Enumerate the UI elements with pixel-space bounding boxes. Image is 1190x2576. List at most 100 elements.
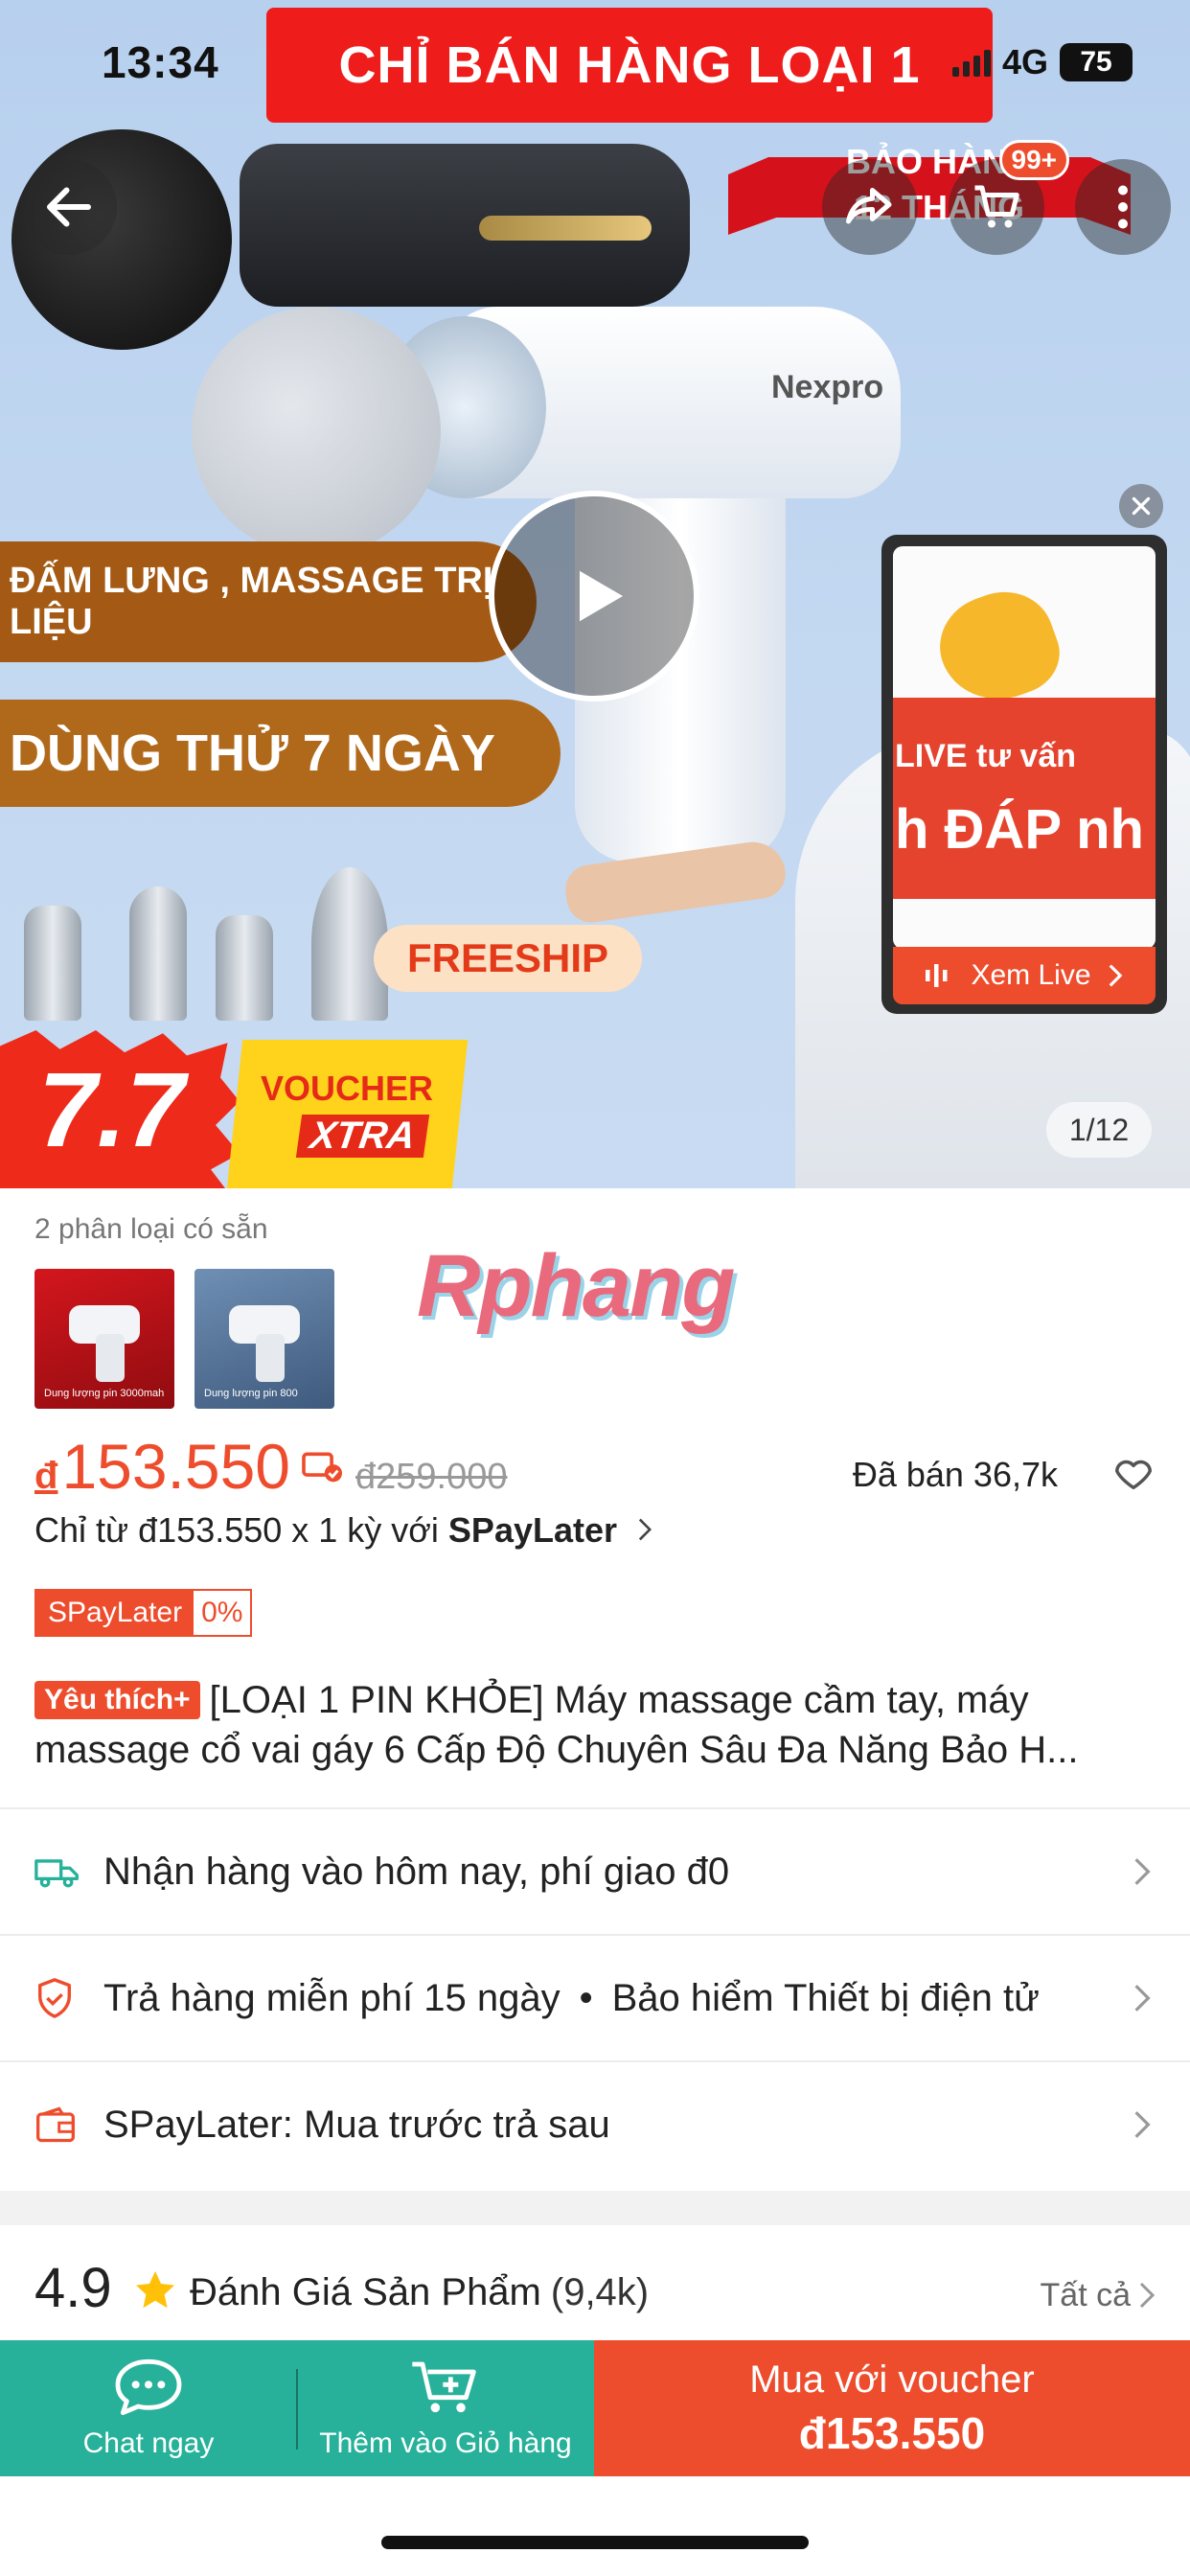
chevron-right-icon bbox=[1109, 964, 1122, 987]
rating-count: (9,4k) bbox=[550, 2271, 650, 2313]
promo-pill-trial: DÙNG THỬ 7 NGÀY bbox=[0, 700, 561, 807]
white-massage-gun-head bbox=[192, 307, 441, 556]
spaylater-badge-rate: 0% bbox=[194, 1591, 251, 1635]
insurance-text: Bảo hiểm Thiết bị điện tử bbox=[611, 1976, 1040, 2019]
price-row: đ 153.550 đ259.000 bbox=[34, 1430, 508, 1503]
audio-wave-icon bbox=[926, 964, 948, 987]
chat-now-label: Chat ngay bbox=[82, 2427, 215, 2459]
add-to-cart-label: Thêm vào Giỏ hàng bbox=[319, 2427, 572, 2459]
massage-head-flat bbox=[24, 906, 81, 1021]
chevron-right-icon bbox=[1134, 2111, 1151, 2138]
live-preview-line2: h ĐÁP nh bbox=[895, 798, 1144, 861]
live-stream-card[interactable]: LIVE tư vấn h ĐÁP nh Xem Live bbox=[881, 535, 1167, 1014]
voucher-xtra-badge: 7.7 VOUCHER XTRA bbox=[0, 1030, 469, 1188]
voucher-number: 7.7 bbox=[38, 1051, 185, 1169]
price-currency: đ bbox=[34, 1455, 58, 1497]
variants-label: 2 phân loại có sẵn bbox=[34, 1213, 268, 1245]
play-video-button[interactable] bbox=[489, 491, 699, 702]
current-price: 153.550 bbox=[61, 1431, 291, 1502]
shipping-text: Nhận hàng vào hôm nay, phí giao đ0 bbox=[103, 1850, 730, 1893]
returns-insurance-text: Trả hàng miễn phí 15 ngày • Bảo hiểm Thiết… bbox=[103, 1976, 1040, 2019]
variant-caption: Dung lượng pin 800 bbox=[204, 1388, 298, 1399]
top-promo-banner: CHỈ BÁN HÀNG LOẠI 1 bbox=[266, 8, 993, 123]
returns-insurance-row[interactable]: Trả hàng miễn phí 15 ngày • Bảo hiểm Thiết… bbox=[0, 1936, 1190, 2060]
rating-score: 4.9 bbox=[34, 2257, 112, 2319]
back-button[interactable] bbox=[21, 159, 117, 255]
shield-check-icon bbox=[38, 1978, 71, 2018]
back-arrow-icon bbox=[47, 187, 91, 227]
chevron-right-icon bbox=[1139, 2282, 1156, 2309]
battery-icon: 75 bbox=[1060, 43, 1133, 81]
spaylater-badge: SPayLater 0% bbox=[34, 1589, 253, 1637]
section-gap bbox=[0, 2191, 1190, 2225]
mini-gun-handle bbox=[96, 1334, 125, 1382]
installment-offer[interactable]: Chỉ từ đ153.550 x 1 kỳ với SPayLater bbox=[34, 1510, 655, 1551]
play-icon bbox=[580, 570, 623, 622]
pin-illustration bbox=[926, 577, 1071, 717]
favorite-heart-icon[interactable] bbox=[1111, 1451, 1156, 1495]
spaylater-row[interactable]: SPayLater: Mua trước trả sau bbox=[0, 2062, 1190, 2187]
shipping-row[interactable]: Nhận hàng vào hôm nay, phí giao đ0 bbox=[0, 1809, 1190, 1934]
voucher-xtra: XTRA bbox=[295, 1115, 430, 1158]
watch-live-label: Xem Live bbox=[971, 959, 1091, 991]
see-all-reviews-link[interactable]: Tất cả bbox=[1041, 2277, 1131, 2314]
buy-price: đ153.550 bbox=[798, 2407, 986, 2458]
watermark-logo: Rphang bbox=[417, 1237, 735, 1335]
truck-icon bbox=[34, 1859, 79, 1888]
network-type: 4G bbox=[1001, 42, 1048, 81]
spaylater-text: SPayLater: Mua trước trả sau bbox=[103, 2103, 610, 2146]
product-title-line2: massage cổ vai gáy 6 Cấp Độ Chuyên Sâu Đ… bbox=[34, 1729, 1079, 1771]
warranty-ribbon: BẢO HÀNH 12 THÁNG bbox=[728, 129, 1131, 244]
freeship-tag: FREESHIP bbox=[374, 925, 642, 992]
buy-label: Mua với voucher bbox=[749, 2358, 1035, 2401]
rating-header[interactable]: 4.9 Đánh Giá Sản Phẩm (9,4k) Tất cả bbox=[0, 2225, 1190, 2340]
add-cart-icon bbox=[412, 2361, 476, 2413]
voucher-label: VOUCHER bbox=[261, 1069, 434, 1108]
installment-brand: SPayLater bbox=[447, 1510, 618, 1550]
chat-now-button[interactable]: Chat ngay bbox=[0, 2340, 297, 2476]
live-preview: LIVE tư vấn h ĐÁP nh bbox=[893, 546, 1156, 949]
close-live-button[interactable] bbox=[1119, 484, 1163, 528]
mini-gun-handle bbox=[256, 1334, 285, 1382]
cart-icon bbox=[974, 185, 1019, 228]
share-button[interactable] bbox=[822, 159, 918, 255]
cart-count-badge: 99+ bbox=[998, 140, 1069, 180]
status-indicators: 4G 75 bbox=[951, 42, 1133, 82]
returns-text: Trả hàng miễn phí 15 ngày bbox=[103, 1976, 561, 2019]
chevron-right-icon bbox=[1134, 1858, 1151, 1885]
share-icon bbox=[846, 188, 892, 224]
buy-with-voucher-button[interactable]: Mua với voucher đ153.550 bbox=[594, 2340, 1190, 2476]
product-title: Yêu thích+ [LOẠI 1 PIN KHỎE] Máy massage … bbox=[34, 1675, 1156, 1775]
favorite-plus-badge: Yêu thích+ bbox=[34, 1681, 200, 1719]
secondary-actions: Chat ngay Thêm vào Giỏ hàng bbox=[0, 2340, 594, 2476]
coin-voucher-icon bbox=[302, 1452, 343, 1483]
rating-title: Đánh Giá Sản Phẩm (9,4k) bbox=[190, 2271, 650, 2313]
close-icon bbox=[1132, 496, 1151, 516]
more-icon bbox=[1118, 185, 1128, 229]
watch-live-button[interactable]: Xem Live bbox=[893, 947, 1156, 1004]
more-options-button[interactable] bbox=[1075, 159, 1171, 255]
image-counter: 1/12 bbox=[1046, 1102, 1152, 1158]
chat-icon bbox=[115, 2358, 182, 2416]
massage-head-fork bbox=[216, 915, 273, 1021]
chevron-right-icon bbox=[1134, 1985, 1151, 2012]
home-indicator[interactable] bbox=[381, 2536, 809, 2549]
wallet-icon bbox=[36, 2106, 75, 2143]
bottom-bar-separator bbox=[296, 2369, 298, 2450]
variant-caption: Dung lượng pin 3000mah bbox=[44, 1388, 165, 1399]
sold-count: Đã bán 36,7k bbox=[852, 1455, 1058, 1494]
variant-thumbnail-blue[interactable]: Dung lượng pin 800 bbox=[195, 1269, 334, 1409]
variant-thumbnail-red[interactable]: Dung lượng pin 3000mah bbox=[34, 1269, 174, 1409]
star-icon bbox=[136, 2271, 174, 2309]
massage-heads-accessories bbox=[24, 867, 388, 1021]
bottom-action-bar: Chat ngay Thêm vào Giỏ hàng Mua với vouc… bbox=[0, 2340, 1190, 2476]
signal-icon bbox=[951, 48, 991, 77]
original-price: đ259.000 bbox=[355, 1457, 508, 1497]
product-image-carousel[interactable]: Nexpro ĐẤM LƯNG , MASSAGE TRỊ LIỆU DÙNG … bbox=[0, 0, 1190, 1188]
product-brand-label: Nexpro bbox=[771, 369, 884, 405]
status-time: 13:34 bbox=[102, 37, 219, 87]
add-to-cart-button[interactable]: Thêm vào Giỏ hàng bbox=[297, 2340, 594, 2476]
promo-pill-massage: ĐẤM LƯNG , MASSAGE TRỊ LIỆU bbox=[0, 541, 537, 662]
massage-head-bullet bbox=[129, 886, 187, 1021]
cart-button[interactable]: 99+ bbox=[949, 140, 1069, 255]
